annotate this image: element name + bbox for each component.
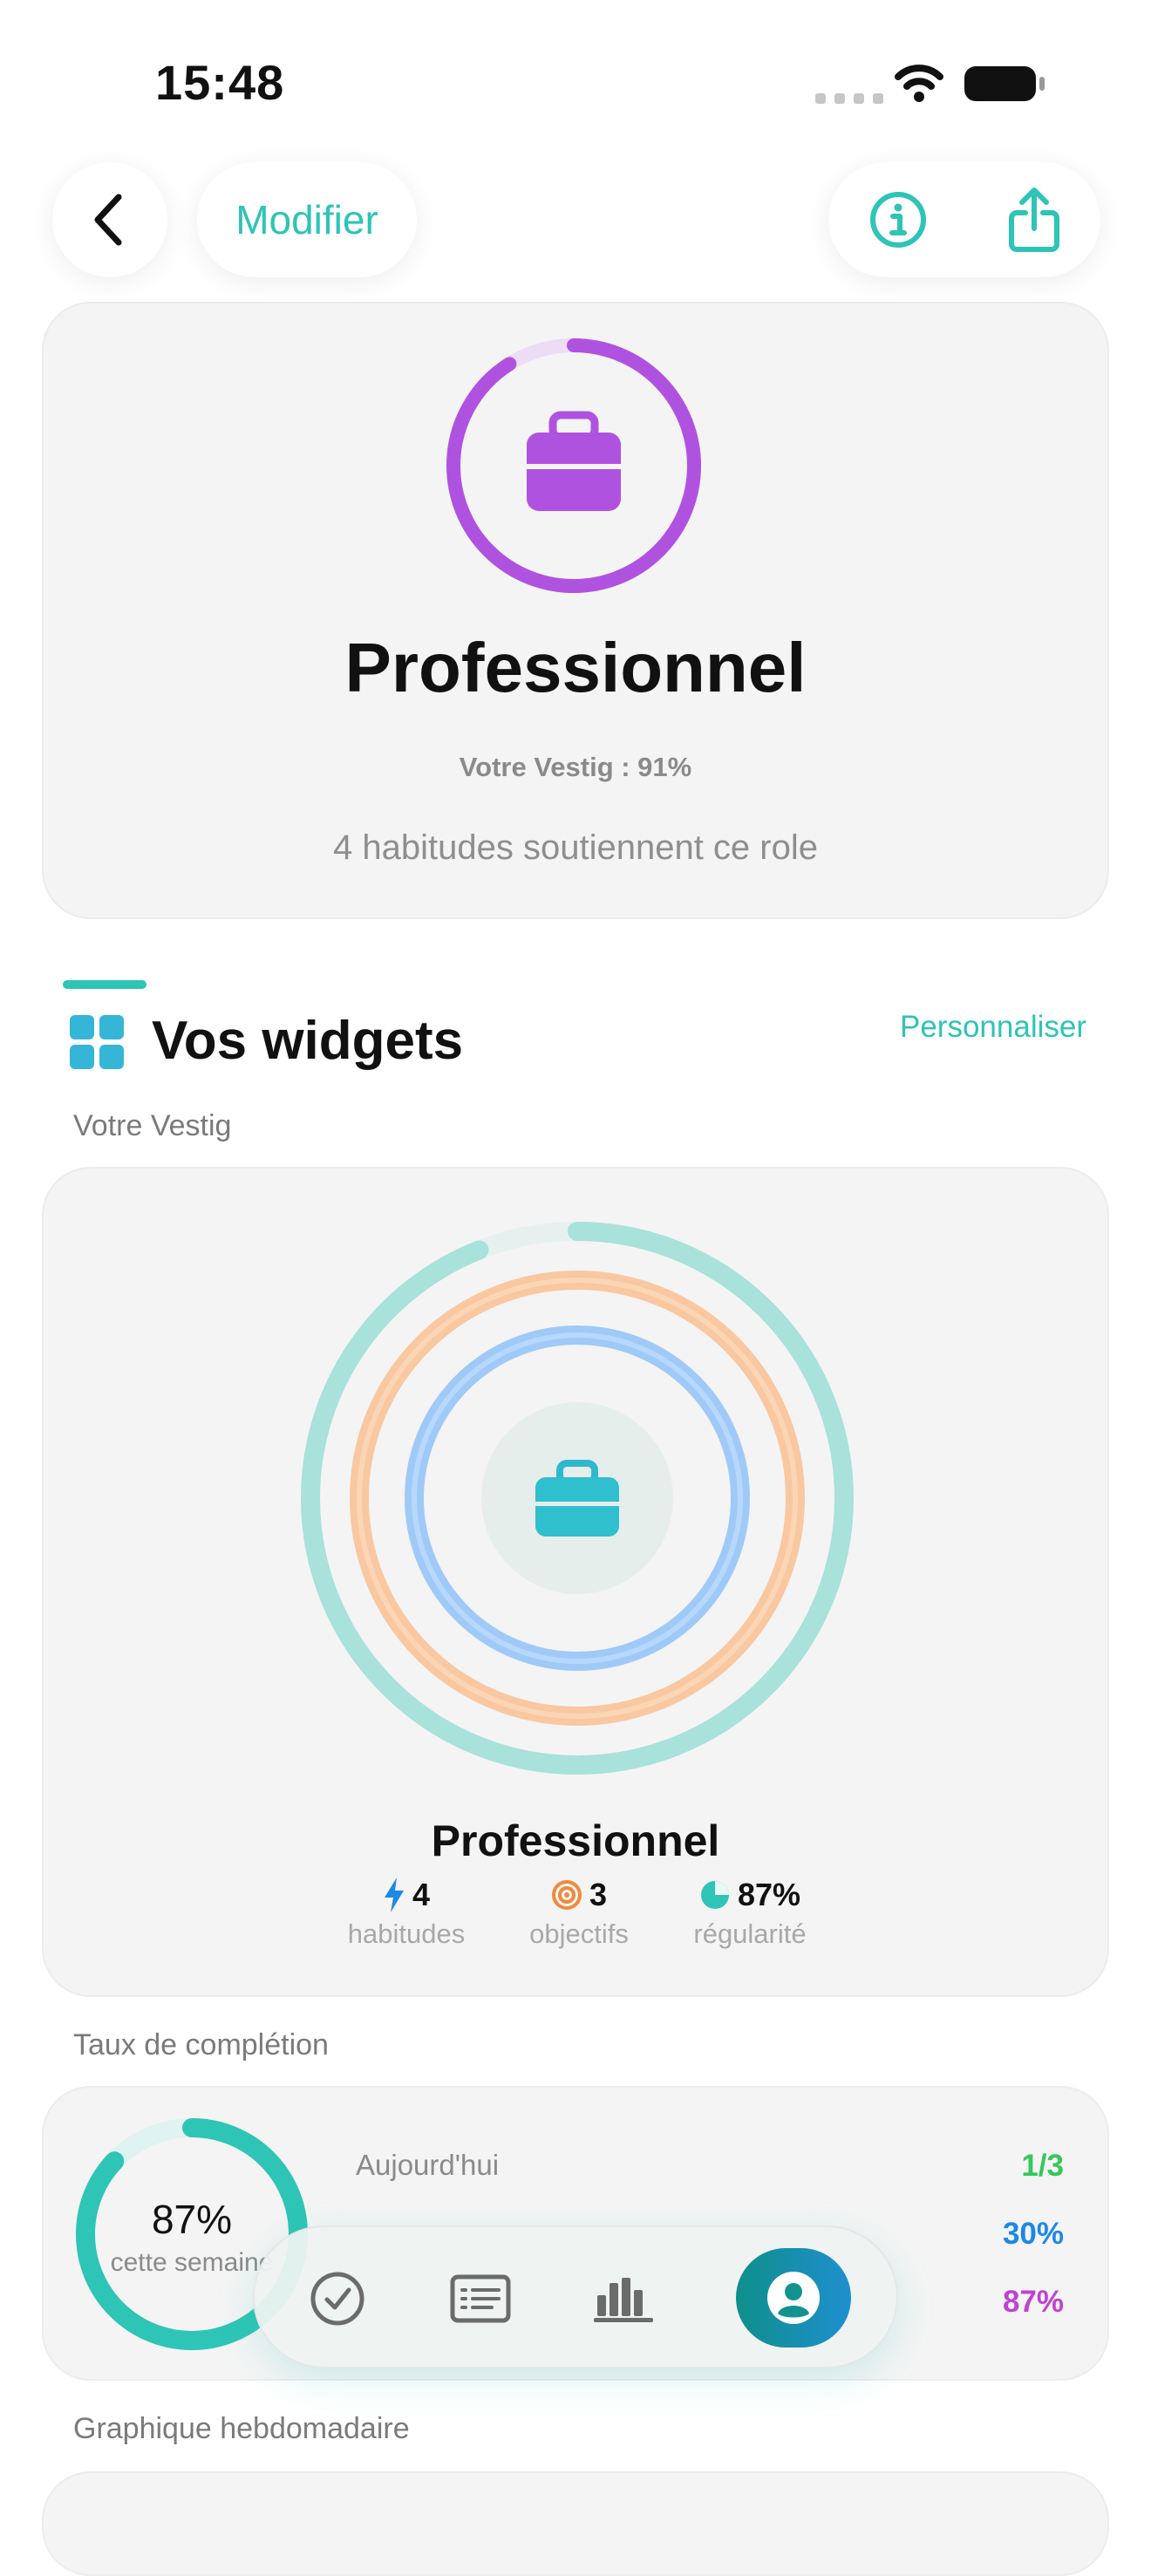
customize-link[interactable]: Personnaliser bbox=[900, 1010, 1086, 1045]
battery-icon bbox=[963, 65, 1046, 107]
stat-habits-label: habitudes bbox=[347, 1918, 466, 1949]
stat-regularity-label: régularité bbox=[693, 1918, 807, 1949]
stat-goals: 3 objectifs bbox=[492, 1877, 666, 1950]
completion-row-value: 30% bbox=[1002, 2217, 1064, 2251]
chevron-left-icon bbox=[94, 194, 122, 246]
status-time: 15:48 bbox=[155, 55, 285, 110]
check-circle-icon bbox=[310, 2272, 364, 2326]
share-button[interactable] bbox=[1006, 187, 1062, 253]
stat-regularity: 87% régularité bbox=[654, 1877, 846, 1950]
target-icon bbox=[551, 1880, 582, 1910]
tab-habits[interactable] bbox=[289, 2251, 385, 2347]
vestig-label: Votre Vestig bbox=[73, 1109, 232, 1142]
bar-chart-icon bbox=[594, 2278, 653, 2322]
tab-stats[interactable] bbox=[576, 2251, 671, 2347]
tab-profile[interactable] bbox=[736, 2248, 851, 2348]
role-score-ring bbox=[446, 338, 701, 593]
bolt-icon bbox=[384, 1877, 404, 1912]
role-habits-text: 4 habitudes soutiennent ce role bbox=[333, 828, 818, 867]
stat-goals-label: objectifs bbox=[529, 1918, 629, 1949]
stat-regularity-value: 87% bbox=[737, 1877, 801, 1912]
weekly-chart-card bbox=[42, 2471, 1109, 2576]
tab-bar bbox=[253, 2225, 898, 2368]
share-icon bbox=[1008, 187, 1059, 252]
completion-row-label: Aujourd'hui bbox=[356, 2149, 500, 2181]
tab-list[interactable] bbox=[432, 2251, 528, 2347]
role-title: Professionnel bbox=[344, 629, 807, 706]
weekly-chart-label: Graphique hebdomadaire bbox=[73, 2412, 410, 2445]
list-icon bbox=[450, 2274, 511, 2323]
pie-chart-icon bbox=[700, 1881, 729, 1909]
completion-row-value: 87% bbox=[1002, 2285, 1064, 2319]
role-header-card: Professionnel Votre Vestig : 91% 4 habit… bbox=[42, 302, 1109, 919]
stat-habits: 4 habitudes bbox=[319, 1877, 494, 1950]
section-accent-bar bbox=[63, 980, 146, 989]
completion-row-today-value: 1/3 bbox=[1021, 2149, 1064, 2183]
role-score-text: Votre Vestig : 91% bbox=[459, 752, 692, 782]
cellular-signal-icon bbox=[815, 92, 885, 109]
completion-percent: 87% bbox=[151, 2197, 233, 2242]
actions-pill bbox=[828, 162, 1100, 277]
widgets-grid-icon bbox=[70, 1015, 124, 1073]
briefcase-icon bbox=[527, 411, 621, 511]
profile-icon bbox=[767, 2272, 820, 2324]
edit-label: Modifier bbox=[235, 197, 378, 242]
completion-label: Taux de complétion bbox=[73, 2028, 329, 2061]
back-button[interactable] bbox=[52, 162, 167, 277]
wifi-icon bbox=[893, 63, 945, 107]
stat-habits-value: 4 bbox=[412, 1877, 431, 1912]
widgets-title: Vos widgets bbox=[152, 1011, 464, 1071]
edit-button[interactable]: Modifier bbox=[197, 162, 417, 277]
vestig-widget-card[interactable]: Professionnel 4 habitudes 3 objectifs 87… bbox=[42, 1167, 1109, 1997]
info-circle-icon bbox=[869, 192, 926, 248]
info-button[interactable] bbox=[868, 189, 929, 250]
stat-goals-value: 3 bbox=[589, 1877, 608, 1912]
vestig-role-name: Professionnel bbox=[431, 1816, 720, 1865]
vestig-rings bbox=[301, 1222, 854, 1775]
